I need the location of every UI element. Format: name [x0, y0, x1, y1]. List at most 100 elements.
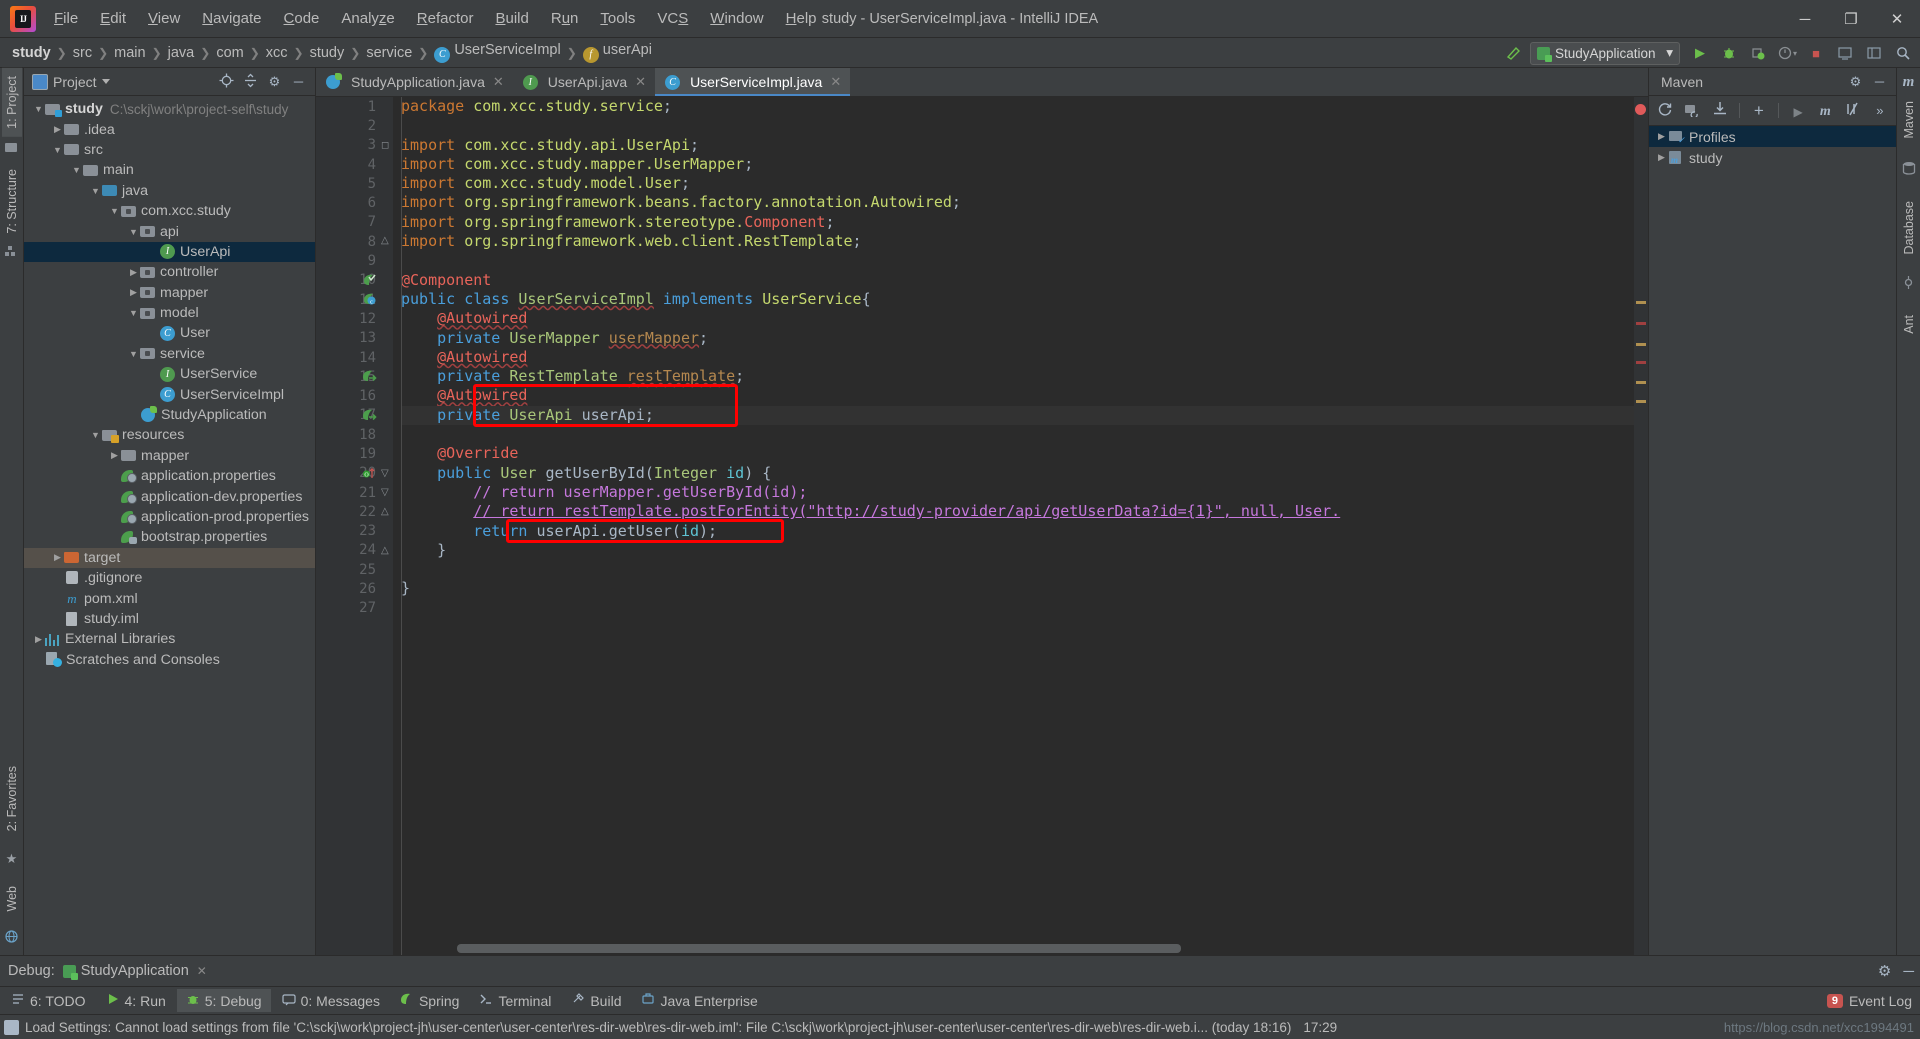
menu-run[interactable]: Run [541, 6, 589, 31]
menu-tools[interactable]: Tools [590, 6, 645, 31]
update-app-icon[interactable] [1832, 41, 1858, 65]
layout-icon[interactable] [1861, 41, 1887, 65]
code-line-7[interactable]: import org.springframework.stereotype.Co… [401, 213, 1634, 232]
run-icon[interactable]: ▶ [1790, 103, 1806, 119]
rail-tab-structure[interactable]: 7: Structure [2, 161, 22, 242]
rail-tab-project[interactable]: 1: Project [1, 68, 22, 137]
editor-tab-userserviceimpl-java[interactable]: C UserServiceImpl.java ✕ [655, 68, 851, 96]
breadcrumb-field[interactable]: f userApi [579, 40, 656, 65]
error-count-indicator[interactable] [1635, 104, 1646, 115]
download-sources-icon[interactable] [1712, 101, 1728, 120]
breadcrumb-service[interactable]: service [362, 43, 416, 63]
autowired-bean-gutter-icon[interactable] [362, 369, 377, 384]
line-number-27[interactable]: 27 [316, 599, 380, 618]
code-line-23[interactable]: return userApi.getUser(id); [401, 522, 1634, 541]
tool-window-build[interactable]: Build [562, 989, 630, 1012]
close-icon[interactable]: ✕ [197, 964, 207, 978]
reimport-icon[interactable] [1657, 101, 1673, 120]
line-number-20[interactable]: O20 [316, 464, 380, 483]
tree-node-service[interactable]: ▼ service [24, 344, 315, 364]
code-line-11[interactable]: public class UserServiceImpl implements … [401, 290, 1634, 309]
chevron-down-icon[interactable]: ▼ [89, 430, 102, 440]
rail-tab-maven[interactable]: Maven [1899, 93, 1919, 147]
line-number-2[interactable]: 2 [316, 116, 380, 135]
minimize-button[interactable]: ─ [1782, 0, 1828, 38]
profiler-button[interactable]: ▾ [1774, 41, 1800, 65]
run-button[interactable]: ▶ [1687, 41, 1713, 65]
line-number-7[interactable]: 7 [316, 213, 380, 232]
line-number-6[interactable]: 6 [316, 193, 380, 212]
line-number-9[interactable]: 9 [316, 251, 380, 270]
tree-node-application-prod-properties[interactable]: application-prod.properties [24, 507, 315, 527]
tree-node-com-xcc-study[interactable]: ▼ com.xcc.study [24, 201, 315, 221]
menu-navigate[interactable]: Navigate [192, 6, 271, 31]
more-icon[interactable]: » [1872, 103, 1888, 118]
menu-refactor[interactable]: Refactor [407, 6, 484, 31]
search-everywhere-icon[interactable] [1501, 41, 1527, 65]
tree-node-userapi[interactable]: I UserApi [24, 241, 315, 263]
chevron-right-icon[interactable]: ▶ [1655, 152, 1668, 163]
gear-icon[interactable]: ⚙ [1878, 962, 1891, 980]
settings-sync-icon[interactable] [4, 1019, 19, 1035]
code-line-22[interactable]: // return restTemplate.postForEntity("ht… [401, 502, 1634, 521]
maven-row-profiles[interactable]: ▶ ✓ Profiles [1649, 126, 1896, 147]
line-number-11[interactable]: c11 [316, 290, 380, 309]
code-line-9[interactable] [401, 251, 1634, 270]
overriding-method-gutter-icon[interactable]: O [362, 466, 377, 481]
tool-window-terminal[interactable]: Terminal [470, 989, 560, 1012]
close-button[interactable]: ✕ [1874, 0, 1920, 38]
tree-node-java[interactable]: ▼ java [24, 181, 315, 201]
stop-button[interactable]: ■ [1803, 41, 1829, 65]
hide-panel-icon[interactable]: ─ [1903, 963, 1914, 980]
fold-imports-end-icon[interactable]: △ [381, 235, 389, 246]
tool-window-java-enterprise[interactable]: Java Enterprise [632, 989, 766, 1012]
chevron-down-icon[interactable]: ▼ [127, 349, 140, 359]
menu-vcs[interactable]: VCS [647, 6, 698, 31]
code-line-26[interactable]: } [401, 579, 1634, 598]
run-coverage-button[interactable] [1745, 41, 1771, 65]
code-line-18[interactable] [401, 425, 1634, 444]
toggle-skip-tests-icon[interactable] [1845, 101, 1861, 120]
breadcrumb-study[interactable]: study [8, 43, 55, 63]
code-line-24[interactable]: } [401, 541, 1634, 560]
tree-node-main[interactable]: ▼ main [24, 160, 315, 180]
code-line-12[interactable]: @Autowired [401, 309, 1634, 328]
chevron-down-icon[interactable]: ▼ [108, 206, 121, 216]
generate-sources-icon[interactable] [1684, 101, 1700, 120]
line-number-8[interactable]: 8 [316, 232, 380, 251]
tree-node-user[interactable]: C User [24, 323, 315, 343]
maximize-button[interactable]: ❐ [1828, 0, 1874, 38]
editor-tab-userapi-java[interactable]: I UserApi.java ✕ [513, 68, 655, 96]
code-line-1[interactable]: package com.xcc.study.service; [401, 97, 1634, 116]
menu-help[interactable]: Help [776, 6, 827, 31]
line-number-15[interactable]: 15 [316, 367, 380, 386]
menu-view[interactable]: View [138, 6, 190, 31]
breadcrumb-src[interactable]: src [69, 43, 96, 63]
chevron-right-icon[interactable]: ▶ [32, 634, 45, 645]
code-line-3[interactable]: import com.xcc.study.api.UserApi; [401, 136, 1634, 155]
tool-window-spring[interactable]: Spring [391, 989, 468, 1012]
tree-node-api[interactable]: ▼ api [24, 221, 315, 241]
breadcrumb-study2[interactable]: study [306, 43, 349, 63]
line-number-26[interactable]: 26 [316, 579, 380, 598]
horizontal-scrollbar[interactable] [457, 944, 1624, 955]
breadcrumb-main[interactable]: main [110, 43, 149, 63]
rail-tab-database[interactable]: Database [1899, 193, 1919, 263]
star-icon[interactable]: ★ [6, 846, 18, 872]
warning-stripe[interactable] [1636, 400, 1646, 403]
chevron-right-icon[interactable]: ▶ [127, 287, 140, 298]
fold-end-icon[interactable]: △ [381, 545, 389, 556]
tool-window-5-debug[interactable]: 5: Debug [176, 989, 271, 1012]
code-line-13[interactable]: private UserMapper userMapper; [401, 329, 1634, 348]
fold-icon[interactable]: ▽ [381, 487, 389, 498]
breadcrumb-xcc[interactable]: xcc [262, 43, 292, 63]
line-number-10[interactable]: 10 [316, 271, 380, 290]
tree-node-src[interactable]: ▼ src [24, 140, 315, 160]
chevron-down-icon[interactable] [101, 79, 110, 84]
line-number-23[interactable]: 23 [316, 522, 380, 541]
error-stripe-gutter[interactable] [1634, 97, 1648, 955]
code-content[interactable]: package com.xcc.study.service; import co… [393, 97, 1634, 618]
rail-tab-web[interactable]: Web [2, 878, 22, 919]
code-line-15[interactable]: private RestTemplate restTemplate; [401, 367, 1634, 386]
chevron-down-icon[interactable]: ▼ [51, 145, 64, 155]
